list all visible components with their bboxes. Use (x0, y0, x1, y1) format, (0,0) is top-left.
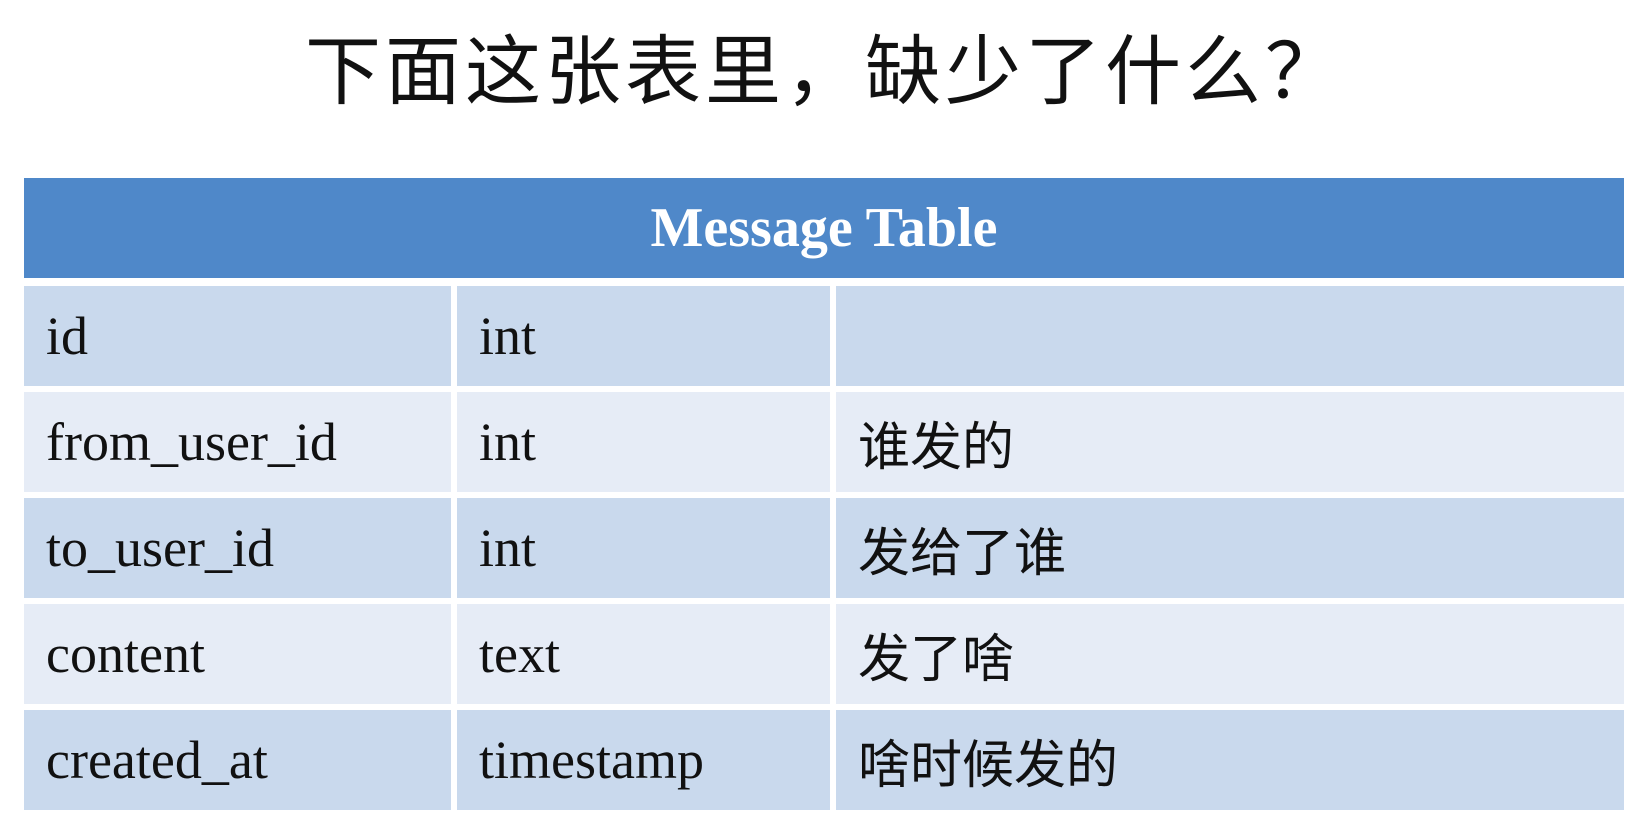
table-row: from_user_id int 谁发的 (24, 392, 1624, 492)
field-type-cell: timestamp (457, 710, 830, 810)
table-row: to_user_id int 发给了谁 (24, 498, 1624, 598)
field-type-cell: text (457, 604, 830, 704)
table-row: created_at timestamp 啥时候发的 (24, 710, 1624, 810)
field-note-cell: 啥时候发的 (836, 710, 1624, 810)
field-note-cell: 谁发的 (836, 392, 1624, 492)
table-row: id int (24, 286, 1624, 386)
field-note-cell: 发给了谁 (836, 498, 1624, 598)
table-body: id int from_user_id int 谁发的 to_user_id i… (24, 286, 1624, 810)
field-name-cell: content (24, 604, 451, 704)
field-note-cell (836, 286, 1624, 386)
message-table: Message Table id int from_user_id int 谁发… (24, 178, 1624, 810)
field-type-cell: int (457, 392, 830, 492)
field-type-cell: int (457, 498, 830, 598)
field-type-cell: int (457, 286, 830, 386)
slide-title: 下面这张表里，缺少了什么？ (305, 27, 1345, 116)
field-name-cell: id (24, 286, 451, 386)
field-name-cell: from_user_id (24, 392, 451, 492)
field-name-cell: to_user_id (24, 498, 451, 598)
field-note-cell: 发了啥 (836, 604, 1624, 704)
field-name-cell: created_at (24, 710, 451, 810)
table-title: Message Table (24, 178, 1624, 278)
table-row: content text 发了啥 (24, 604, 1624, 704)
